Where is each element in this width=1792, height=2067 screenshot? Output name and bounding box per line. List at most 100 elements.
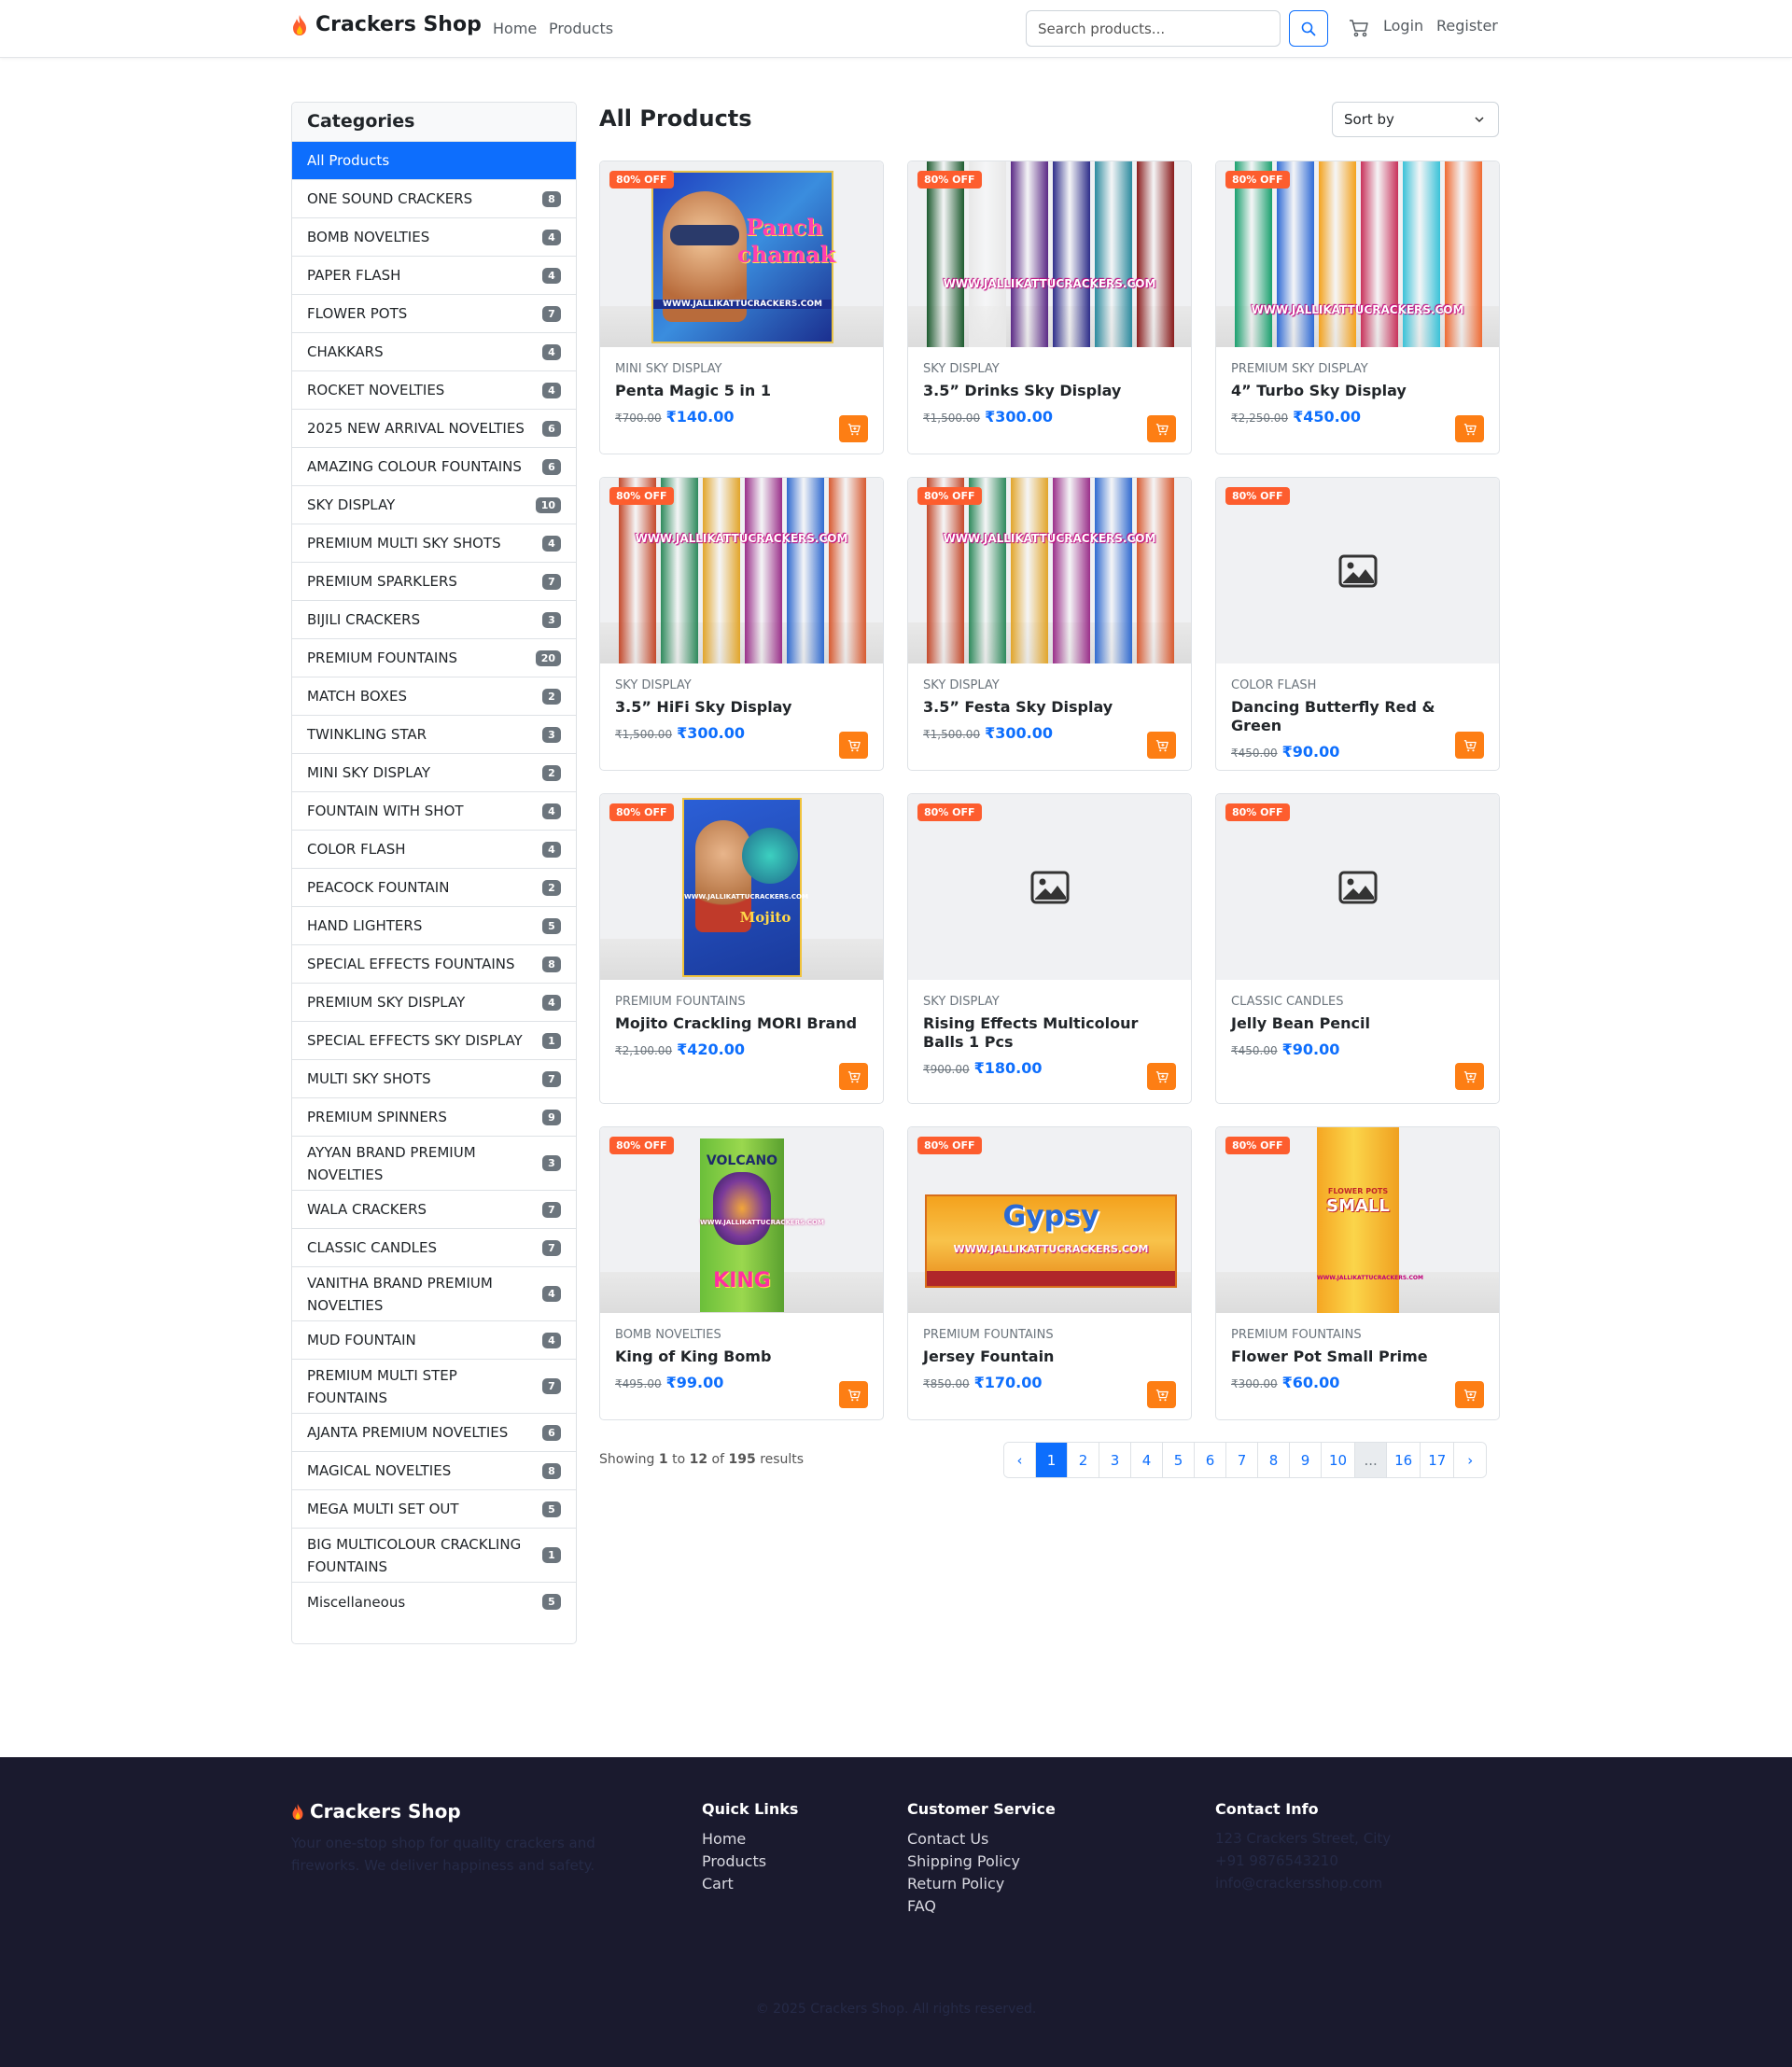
category-item[interactable]: MEGA MULTI SET OUT 5 — [292, 1490, 576, 1529]
nav-home-link[interactable]: Home — [493, 20, 537, 37]
product-card[interactable]: 80% OFF FLOWER POTS SMALL WWW.JALLIKATTUCRA… — [1215, 1126, 1500, 1420]
product-image[interactable]: 80% OFF FLOWER POTS SMALL WWW.JALLIKATTUCRA… — [1216, 1127, 1499, 1313]
product-name[interactable]: 3.5” HiFi Sky Display — [615, 698, 868, 717]
category-item[interactable]: PEACOCK FOUNTAIN 2 — [292, 869, 576, 907]
page-17-button[interactable]: 17 — [1421, 1443, 1455, 1477]
product-image[interactable]: 80% OFF WWW.JALLIKATTUCRACKERS.COM — [908, 478, 1191, 663]
product-card[interactable]: 80% OFF Gypsy WWW.JALLIKATTUCRACKERS.COM PR… — [907, 1126, 1192, 1420]
product-card[interactable]: 80% OFF WWW.JALLIKATTUCRACKERS.COM SKY DIS… — [907, 477, 1192, 771]
login-link[interactable]: Login — [1383, 17, 1423, 35]
add-to-cart-button[interactable] — [1147, 415, 1176, 442]
category-item[interactable]: BIJILI CRACKERS 3 — [292, 601, 576, 639]
product-name[interactable]: King of King Bomb — [615, 1348, 868, 1366]
category-item[interactable]: VANITHA BRAND PREMIUM NOVELTIES 4 — [292, 1267, 576, 1321]
search-button[interactable] — [1289, 10, 1328, 47]
footer-link-shipping[interactable]: Shipping Policy — [907, 1852, 1020, 1870]
footer-link-cart[interactable]: Cart — [702, 1875, 734, 1892]
product-name[interactable]: Penta Magic 5 in 1 — [615, 382, 868, 400]
page-8-button[interactable]: 8 — [1258, 1443, 1290, 1477]
category-item[interactable]: PREMIUM SKY DISPLAY 4 — [292, 984, 576, 1022]
add-to-cart-button[interactable] — [1455, 732, 1484, 759]
next-page-button[interactable]: › — [1454, 1443, 1487, 1477]
product-image[interactable]: 80% OFF WWW.JALLIKATTUCRACKERS.COM — [1216, 161, 1499, 347]
previous-page-button[interactable]: ‹ — [1004, 1443, 1036, 1477]
product-image[interactable]: 80% OFF Gypsy WWW.JALLIKATTUCRACKERS.COM — [908, 1127, 1191, 1313]
product-image[interactable]: 80% OFF Panch chamak WWW.JALLIKATTUCRACKER… — [600, 161, 883, 347]
product-name[interactable]: Mojito Crackling MORI Brand — [615, 1014, 868, 1033]
product-image[interactable]: 80% OFF — [1216, 794, 1499, 980]
product-image[interactable]: 80% OFF — [1216, 478, 1499, 663]
add-to-cart-button[interactable] — [839, 415, 868, 442]
category-item[interactable]: AMAZING COLOUR FOUNTAINS 6 — [292, 448, 576, 486]
add-to-cart-button[interactable] — [1455, 1063, 1484, 1090]
footer-link-return[interactable]: Return Policy — [907, 1875, 1004, 1892]
category-item[interactable]: MUD FOUNTAIN 4 — [292, 1321, 576, 1360]
category-item[interactable]: CHAKKARS 4 — [292, 333, 576, 371]
add-to-cart-button[interactable] — [1455, 1381, 1484, 1408]
page-2-button[interactable]: 2 — [1068, 1443, 1099, 1477]
category-item[interactable]: SKY DISPLAY 10 — [292, 486, 576, 524]
brand[interactable]: Crackers Shop — [291, 13, 482, 36]
product-card[interactable]: 80% OFF CLASSIC CANDLES Jelly Bean Pencil ₹… — [1215, 793, 1500, 1104]
category-item[interactable]: PREMIUM FOUNTAINS 20 — [292, 639, 576, 677]
register-link[interactable]: Register — [1436, 17, 1498, 35]
product-name[interactable]: Dancing Butterfly Red & Green — [1231, 698, 1484, 735]
category-item[interactable]: PREMIUM MULTI SKY SHOTS 4 — [292, 524, 576, 563]
category-item[interactable]: PREMIUM SPARKLERS 7 — [292, 563, 576, 601]
category-item[interactable]: MULTI SKY SHOTS 7 — [292, 1060, 576, 1098]
category-item[interactable]: PREMIUM MULTI STEP FOUNTAINS 7 — [292, 1360, 576, 1414]
product-image[interactable]: 80% OFF — [908, 794, 1191, 980]
category-item[interactable]: PAPER FLASH 4 — [292, 257, 576, 295]
category-item[interactable]: PREMIUM SPINNERS 9 — [292, 1098, 576, 1137]
product-card[interactable]: 80% OFF WWW.JALLIKATTUCRACKERS.COM SKY DIS… — [907, 161, 1192, 454]
page-5-button[interactable]: 5 — [1163, 1443, 1195, 1477]
category-item[interactable]: FOUNTAIN WITH SHOT 4 — [292, 792, 576, 831]
add-to-cart-button[interactable] — [1147, 732, 1176, 759]
product-card[interactable]: 80% OFF WWW.JALLIKATTUCRACKERS.COM PREMIUM… — [1215, 161, 1500, 454]
page-1-button[interactable]: 1 — [1036, 1443, 1068, 1477]
product-card[interactable]: 80% OFF WWW.JALLIKATTUCRACKERS.COM SKY DIS… — [599, 477, 884, 771]
product-name[interactable]: 3.5” Festa Sky Display — [923, 698, 1176, 717]
add-to-cart-button[interactable] — [1455, 415, 1484, 442]
product-name[interactable]: Jelly Bean Pencil — [1231, 1014, 1484, 1033]
category-item[interactable]: FLOWER POTS 7 — [292, 295, 576, 333]
footer-link-faq[interactable]: FAQ — [907, 1897, 936, 1915]
category-item[interactable]: Miscellaneous 5 — [292, 1583, 576, 1621]
page-4-button[interactable]: 4 — [1131, 1443, 1163, 1477]
page-3-button[interactable]: 3 — [1099, 1443, 1131, 1477]
product-card[interactable]: 80% OFF VOLCANO KING WWW.JALLIKATTUCRACKERS… — [599, 1126, 884, 1420]
category-item[interactable]: MAGICAL NOVELTIES 8 — [292, 1452, 576, 1490]
cart-icon[interactable] — [1348, 17, 1370, 39]
category-item[interactable]: ONE SOUND CRACKERS 8 — [292, 180, 576, 218]
category-item[interactable]: AYYAN BRAND PREMIUM NOVELTIES 3 — [292, 1137, 576, 1191]
product-name[interactable]: Rising Effects Multicolour Balls 1 Pcs — [923, 1014, 1176, 1052]
product-card[interactable]: 80% OFF COLOR FLASH Dancing Butterfly Red … — [1215, 477, 1500, 771]
category-item[interactable]: COLOR FLASH 4 — [292, 831, 576, 869]
category-item[interactable]: SPECIAL EFFECTS SKY DISPLAY 1 — [292, 1022, 576, 1060]
search-input[interactable] — [1026, 10, 1281, 47]
product-name[interactable]: Jersey Fountain — [923, 1348, 1176, 1366]
footer-link-home[interactable]: Home — [702, 1830, 746, 1848]
category-item[interactable]: ROCKET NOVELTIES 4 — [292, 371, 576, 410]
category-item[interactable]: MATCH BOXES 2 — [292, 677, 576, 716]
product-card[interactable]: 80% OFF Mojito WWW.JALLIKATTUCRACKERS.COM P… — [599, 793, 884, 1104]
page-7-button[interactable]: 7 — [1226, 1443, 1258, 1477]
footer-link-contact[interactable]: Contact Us — [907, 1830, 988, 1848]
product-image[interactable]: 80% OFF VOLCANO KING WWW.JALLIKATTUCRACKERS… — [600, 1127, 883, 1313]
product-image[interactable]: 80% OFF WWW.JALLIKATTUCRACKERS.COM — [908, 161, 1191, 347]
nav-products-link[interactable]: Products — [549, 20, 613, 37]
add-to-cart-button[interactable] — [839, 1381, 868, 1408]
category-item[interactable]: SPECIAL EFFECTS FOUNTAINS 8 — [292, 945, 576, 984]
category-item[interactable]: WALA CRACKERS 7 — [292, 1191, 576, 1229]
page-6-button[interactable]: 6 — [1195, 1443, 1226, 1477]
category-item[interactable]: AJANTA PREMIUM NOVELTIES 6 — [292, 1414, 576, 1452]
sort-select[interactable]: Sort by — [1332, 102, 1499, 137]
page-9-button[interactable]: 9 — [1290, 1443, 1322, 1477]
product-name[interactable]: 3.5” Drinks Sky Display — [923, 382, 1176, 400]
category-item[interactable]: CLASSIC CANDLES 7 — [292, 1229, 576, 1267]
category-item[interactable]: All Products — [292, 142, 576, 180]
add-to-cart-button[interactable] — [1147, 1063, 1176, 1090]
product-name[interactable]: 4” Turbo Sky Display — [1231, 382, 1484, 400]
product-image[interactable]: 80% OFF Mojito WWW.JALLIKATTUCRACKERS.COM — [600, 794, 883, 980]
product-card[interactable]: 80% OFF SKY DISPLAY Rising Effects Multico… — [907, 793, 1192, 1104]
